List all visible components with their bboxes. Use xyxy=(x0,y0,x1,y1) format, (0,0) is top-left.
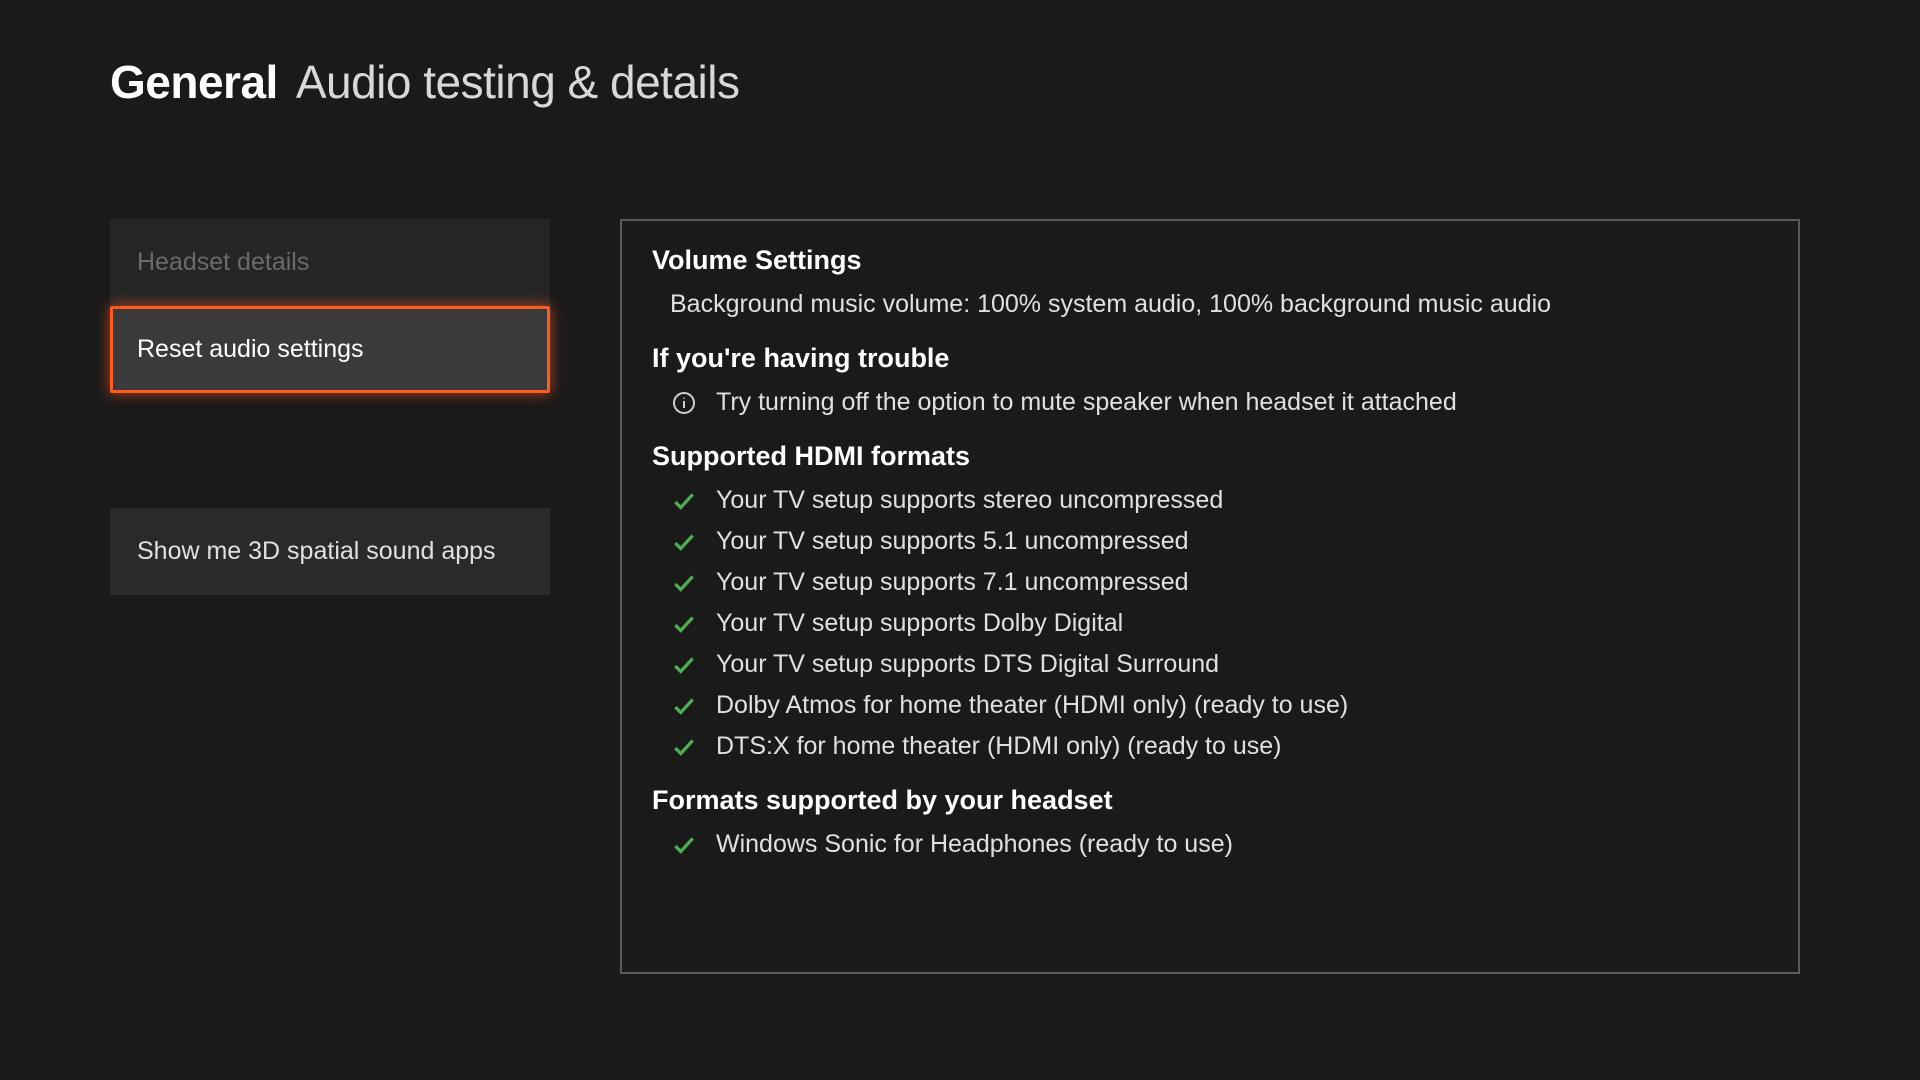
hdmi-format-text: Your TV setup supports DTS Digital Surro… xyxy=(716,650,1219,679)
check-icon xyxy=(670,651,698,679)
hdmi-format-line: Dolby Atmos for home theater (HDMI only)… xyxy=(652,685,1768,726)
hdmi-format-text: DTS:X for home theater (HDMI only) (read… xyxy=(716,732,1281,761)
volume-detail-line: Background music volume: 100% system aud… xyxy=(652,284,1768,325)
hdmi-format-line: Your TV setup supports 7.1 uncompressed xyxy=(652,562,1768,603)
trouble-text: Try turning off the option to mute speak… xyxy=(716,388,1457,417)
hdmi-format-text: Your TV setup supports Dolby Digital xyxy=(716,609,1123,638)
info-icon xyxy=(670,389,698,417)
headset-format-text: Windows Sonic for Headphones (ready to u… xyxy=(716,830,1233,859)
page-header: General Audio testing & details xyxy=(0,0,1920,109)
details-panel[interactable]: Volume Settings Background music volume:… xyxy=(620,219,1800,974)
sidebar-item-headset-details[interactable]: Headset details xyxy=(110,219,550,306)
check-icon xyxy=(670,569,698,597)
headset-format-line: Windows Sonic for Headphones (ready to u… xyxy=(652,824,1768,865)
sidebar-item-label: Headset details xyxy=(137,248,309,276)
section-heading-volume: Volume Settings xyxy=(652,245,1768,276)
hdmi-format-text: Your TV setup supports stereo uncompress… xyxy=(716,486,1223,515)
check-icon xyxy=(670,831,698,859)
check-icon xyxy=(670,692,698,720)
sidebar-item-label: Reset audio settings xyxy=(137,335,364,363)
sidebar-gap xyxy=(110,393,550,508)
sidebar-item-reset-audio[interactable]: Reset audio settings xyxy=(110,306,550,393)
hdmi-format-line: DTS:X for home theater (HDMI only) (read… xyxy=(652,726,1768,767)
sidebar-item-3d-spatial-apps[interactable]: Show me 3D spatial sound apps xyxy=(110,508,550,595)
breadcrumb-title: Audio testing & details xyxy=(296,55,740,109)
section-heading-trouble: If you're having trouble xyxy=(652,343,1768,374)
hdmi-format-line: Your TV setup supports DTS Digital Surro… xyxy=(652,644,1768,685)
breadcrumb-category: General xyxy=(110,55,278,109)
hdmi-format-text: Dolby Atmos for home theater (HDMI only)… xyxy=(716,691,1348,720)
hdmi-format-line: Your TV setup supports Dolby Digital xyxy=(652,603,1768,644)
section-heading-headset: Formats supported by your headset xyxy=(652,785,1768,816)
hdmi-format-line: Your TV setup supports stereo uncompress… xyxy=(652,480,1768,521)
sidebar-item-label: Show me 3D spatial sound apps xyxy=(137,537,496,565)
trouble-detail-line: Try turning off the option to mute speak… xyxy=(652,382,1768,423)
check-icon xyxy=(670,733,698,761)
sidebar: Headset details Reset audio settings Sho… xyxy=(110,219,550,974)
check-icon xyxy=(670,528,698,556)
content-area: Headset details Reset audio settings Sho… xyxy=(0,109,1920,974)
hdmi-format-line: Your TV setup supports 5.1 uncompressed xyxy=(652,521,1768,562)
hdmi-format-text: Your TV setup supports 7.1 uncompressed xyxy=(716,568,1189,597)
check-icon xyxy=(670,487,698,515)
page-title: General Audio testing & details xyxy=(110,55,1920,109)
hdmi-format-text: Your TV setup supports 5.1 uncompressed xyxy=(716,527,1189,556)
check-icon xyxy=(670,610,698,638)
section-heading-hdmi: Supported HDMI formats xyxy=(652,441,1768,472)
